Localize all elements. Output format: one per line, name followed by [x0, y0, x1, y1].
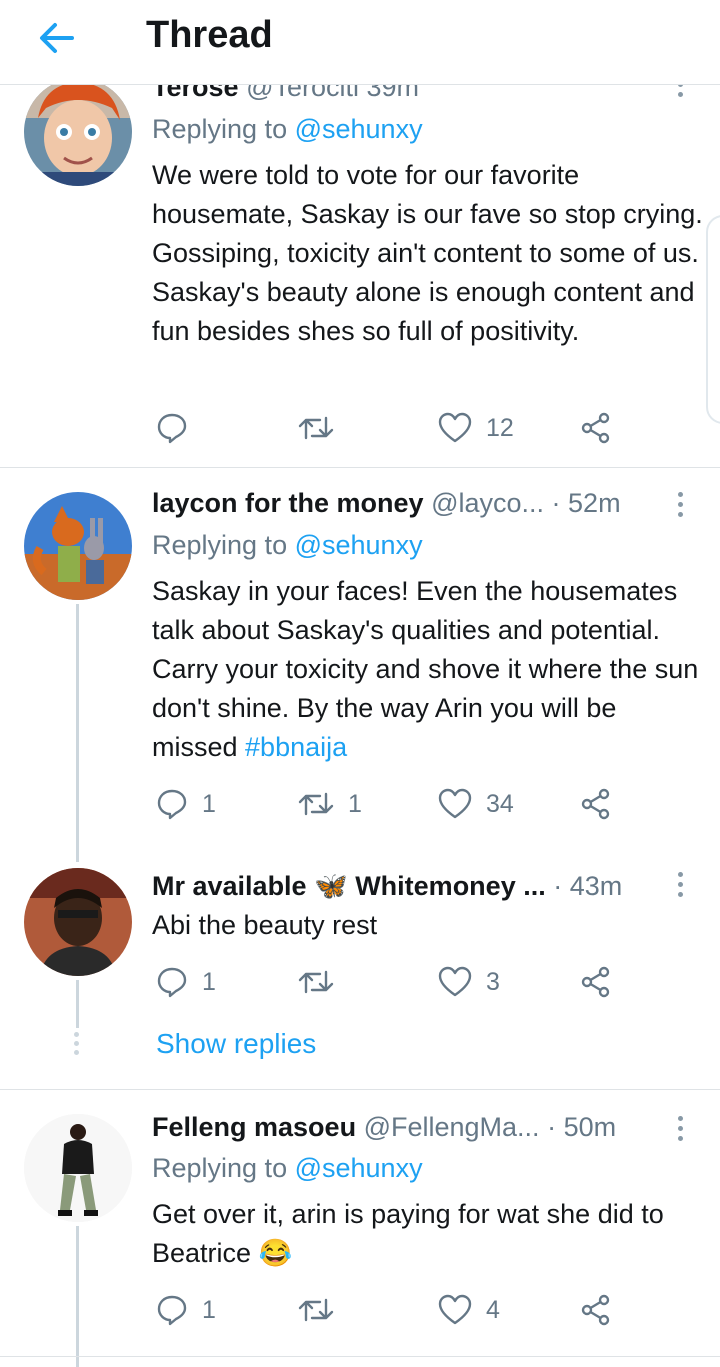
more-replies-indicator [74, 1032, 80, 1055]
retweet-button[interactable] [298, 408, 348, 448]
tweet-text: Saskay in your faces! Even the housemate… [152, 576, 699, 762]
avatar[interactable] [24, 492, 132, 600]
tweet-actions: 12 [152, 408, 622, 448]
replying-to: Replying to @sehunxy [152, 114, 423, 144]
divider [0, 467, 720, 468]
mention-link[interactable]: @sehunxy [295, 1153, 423, 1183]
share-button[interactable] [580, 1290, 612, 1330]
like-button[interactable]: 12 [438, 408, 514, 448]
author-name[interactable]: laycon for the money [152, 488, 424, 518]
like-icon [438, 412, 472, 443]
scrollbar[interactable] [706, 215, 720, 424]
thread-line [76, 604, 79, 862]
reply-button[interactable]: 1 [156, 784, 216, 824]
like-count: 34 [486, 789, 514, 818]
author-name[interactable]: Mr available 🦋 Whitemoney ... [152, 871, 546, 901]
avatar[interactable] [24, 1114, 132, 1222]
tweet-text: Get over it, arin is paying for wat she … [152, 1199, 664, 1268]
retweet-icon [298, 1298, 334, 1322]
replying-to: Replying to @sehunxy [152, 1153, 423, 1183]
like-count: 4 [486, 1295, 500, 1324]
reply-icon [157, 967, 187, 998]
retweet-icon [298, 970, 334, 994]
tweet-actions: 1 3 [152, 962, 622, 1002]
like-button[interactable]: 3 [438, 962, 500, 1002]
hashtag-link[interactable]: #bbnaija [245, 732, 347, 762]
more-options-icon[interactable] [672, 1116, 688, 1141]
tweet-actions: 1 1 34 [152, 784, 622, 824]
tweet-time: · 52m [551, 488, 621, 518]
retweet-icon [298, 792, 334, 816]
share-button[interactable] [580, 408, 612, 448]
thread-line [76, 980, 79, 1028]
tweet-time: · 50m [547, 1112, 617, 1142]
reply-button[interactable]: 1 [156, 1290, 216, 1330]
reply-button[interactable] [156, 408, 202, 448]
mention-link[interactable]: @sehunxy [295, 530, 423, 560]
retweet-count: 1 [348, 789, 362, 818]
more-options-icon[interactable] [672, 872, 688, 897]
divider [0, 1356, 720, 1357]
like-icon [438, 1294, 472, 1325]
reply-icon [157, 413, 187, 444]
share-icon [581, 1294, 610, 1326]
divider [0, 1089, 720, 1090]
like-icon [438, 788, 472, 819]
retweet-button[interactable] [298, 1290, 348, 1330]
show-replies-link[interactable]: Show replies [156, 1028, 316, 1060]
tweet-header: Mr available 🦋 Whitemoney ... · 43m [152, 870, 622, 902]
like-icon [438, 966, 472, 997]
tweet-header: laycon for the money @layco... · 52m [152, 488, 621, 519]
reply-count: 1 [202, 1295, 216, 1324]
reply-count: 1 [202, 967, 216, 996]
tweet-text: Abi the beauty rest [152, 910, 378, 940]
like-button[interactable]: 34 [438, 784, 514, 824]
tweet-time: · 43m [553, 871, 623, 901]
tweet-actions: 1 4 [152, 1290, 622, 1330]
page-title: Thread [146, 14, 273, 56]
mention-link[interactable]: @sehunxy [295, 114, 423, 144]
author-name[interactable]: Felleng masoeu [152, 1112, 356, 1142]
reply-count: 1 [202, 789, 216, 818]
share-icon [581, 966, 610, 998]
back-button[interactable] [34, 18, 78, 58]
share-button[interactable] [580, 784, 612, 824]
tweet-header: Felleng masoeu @FellengMa... · 50m [152, 1112, 616, 1143]
tweet-text: We were told to vote for our favorite ho… [152, 160, 703, 346]
reply-icon [157, 1295, 187, 1326]
retweet-icon [298, 416, 334, 440]
thread-line [76, 1226, 79, 1367]
avatar[interactable] [24, 78, 132, 186]
back-arrow-icon [40, 23, 74, 53]
like-count: 3 [486, 967, 500, 996]
share-icon [581, 412, 610, 444]
avatar[interactable] [24, 868, 132, 976]
reply-icon [157, 789, 187, 820]
more-options-icon[interactable] [672, 492, 688, 517]
reply-button[interactable]: 1 [156, 962, 216, 1002]
replying-to: Replying to @sehunxy [152, 530, 423, 560]
like-count: 12 [486, 413, 514, 442]
top-bar: Thread [0, 0, 720, 85]
like-button[interactable]: 4 [438, 1290, 500, 1330]
retweet-button[interactable] [298, 962, 348, 1002]
retweet-button[interactable]: 1 [298, 784, 362, 824]
author-handle: @layco... [431, 488, 545, 518]
share-icon [581, 788, 610, 820]
share-button[interactable] [580, 962, 612, 1002]
author-handle: @FellengMa... [363, 1112, 540, 1142]
